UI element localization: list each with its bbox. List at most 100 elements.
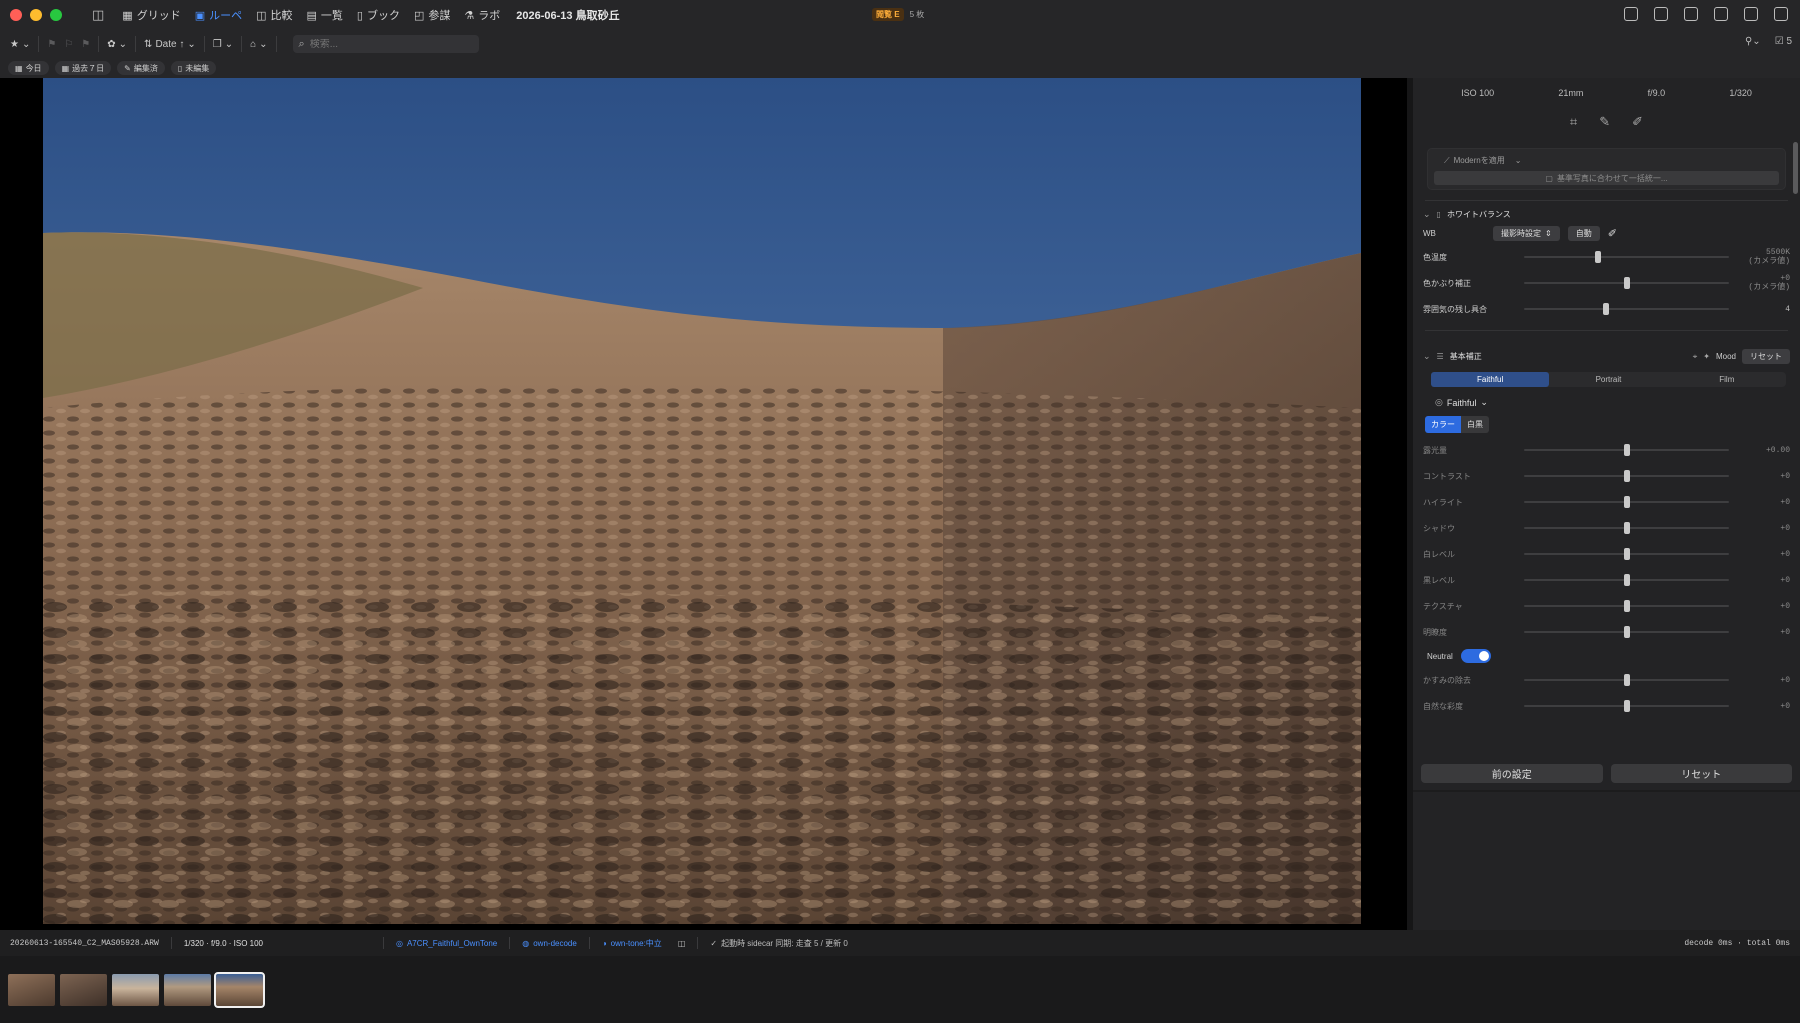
- slider-track[interactable]: [1524, 626, 1729, 638]
- panel-scrollbar[interactable]: [1793, 142, 1798, 194]
- slider-track[interactable]: [1524, 522, 1729, 534]
- rating-filter-button[interactable]: ★ ⌄: [10, 39, 30, 50]
- filmstrip-thumbnail[interactable]: [214, 971, 265, 1008]
- layout-filmstrip-icon[interactable]: [1744, 7, 1758, 21]
- slider-thumb[interactable]: [1623, 496, 1630, 508]
- tab-book[interactable]: ▯ ブック: [357, 7, 400, 23]
- crop-icon[interactable]: ⌗: [1570, 114, 1577, 130]
- slider-thumb[interactable]: [1623, 674, 1630, 686]
- tab-advisor[interactable]: ◰ 参謀: [414, 7, 450, 23]
- slider-thumb[interactable]: [1623, 574, 1630, 586]
- export-icon[interactable]: [1684, 7, 1698, 21]
- look-tab[interactable]: Portrait: [1549, 372, 1667, 387]
- slider-thumb[interactable]: [1623, 522, 1630, 534]
- filter-chip[interactable]: ▯ 未編集: [170, 61, 217, 75]
- performance-info: decode 0ms · total 0ms: [1684, 938, 1790, 948]
- eyedropper-icon[interactable]: ✐: [1632, 114, 1643, 130]
- slider-track[interactable]: [1524, 277, 1729, 289]
- flag-icon[interactable]: ⚑: [47, 39, 56, 50]
- tag-button[interactable]: ⌂ ⌄: [250, 39, 267, 50]
- tag-icon: ⌂: [250, 38, 257, 50]
- compare-icon[interactable]: ◫: [678, 939, 686, 948]
- slider-thumb[interactable]: [1623, 626, 1630, 638]
- filmstrip-thumbnail[interactable]: [164, 973, 211, 1006]
- slider-track[interactable]: [1524, 700, 1729, 712]
- filmstrip-thumbnail[interactable]: [112, 973, 159, 1006]
- slider-track[interactable]: [1524, 600, 1729, 612]
- inspector-toggle-icon[interactable]: [1774, 7, 1788, 21]
- import-icon[interactable]: [1624, 7, 1638, 21]
- flag-outline-icon[interactable]: ⚐: [64, 39, 73, 50]
- search-input[interactable]: [309, 38, 460, 50]
- target-icon[interactable]: ⌖: [1693, 352, 1698, 362]
- filter-chip[interactable]: ▦ 過去７日: [54, 61, 112, 75]
- profile-select[interactable]: ◎ Faithful ⌄: [1435, 397, 1800, 408]
- bookmark-icon[interactable]: ⚲⌄: [1745, 36, 1761, 47]
- tone-engine-label: own-tone:中立: [610, 938, 662, 948]
- document-icon: ▯: [177, 63, 183, 73]
- flag-rejected-icon[interactable]: ⚑: [81, 39, 90, 50]
- tab-compare[interactable]: ◫ 比較: [256, 7, 292, 23]
- white-balance-header[interactable]: ⌄ ▯ ホワイトバランス: [1423, 209, 1790, 220]
- filter-chip[interactable]: ▦ 今日: [8, 61, 49, 75]
- slider-label: 明瞭度: [1423, 627, 1447, 637]
- basic-reset-button[interactable]: リセット: [1742, 349, 1790, 364]
- eyedropper-icon[interactable]: ✐: [1608, 227, 1617, 240]
- chevron-down-icon: ⌄: [224, 38, 234, 50]
- reset-all-button[interactable]: リセット: [1610, 764, 1792, 783]
- sidebar-toggle-icon[interactable]: ◫: [92, 7, 104, 23]
- slider-label: かすみの除去: [1423, 675, 1471, 685]
- healing-icon[interactable]: ✎: [1599, 114, 1610, 130]
- tone-engine[interactable]: ◑ own-tone:中立: [602, 938, 662, 949]
- mood-label[interactable]: Mood: [1716, 352, 1736, 361]
- slider-track[interactable]: [1524, 674, 1729, 686]
- zoom-window-button[interactable]: [50, 9, 62, 21]
- filmstrip-thumbnail[interactable]: [8, 973, 55, 1006]
- slider-track[interactable]: [1524, 470, 1729, 482]
- tab-lab[interactable]: ⚗ ラボ: [464, 7, 500, 23]
- wb-auto-button[interactable]: 自動: [1567, 225, 1600, 241]
- ai-apply-row[interactable]: ⟋ Modernを適用 ⌄: [1434, 155, 1779, 166]
- color-mode-button[interactable]: 白黒: [1461, 416, 1489, 433]
- tab-grid[interactable]: ▦ グリッド: [122, 7, 180, 23]
- camera-profile[interactable]: ◎ A7CR_Faithful_OwnTone: [396, 939, 497, 948]
- color-label-filter-button[interactable]: ✿ ⌄: [107, 39, 127, 50]
- slider-thumb[interactable]: [1623, 548, 1630, 560]
- slider-track[interactable]: [1524, 548, 1729, 560]
- minimize-window-button[interactable]: [30, 9, 42, 21]
- slider-track[interactable]: [1524, 496, 1729, 508]
- close-window-button[interactable]: [10, 9, 22, 21]
- stack-button[interactable]: ❐ ⌄: [213, 39, 233, 50]
- match-reference-button[interactable]: ▢ 基準写真に合わせて一括統一...: [1434, 171, 1779, 185]
- sparkle-icon[interactable]: ✦: [1703, 352, 1710, 361]
- slider-thumb[interactable]: [1594, 251, 1601, 263]
- tab-list[interactable]: ▤ 一覧: [307, 7, 343, 23]
- neutral-toggle[interactable]: [1460, 649, 1491, 663]
- basic-header[interactable]: ⌄ ☰ 基本補正 ⌖ ✦ Mood リセット: [1423, 349, 1790, 364]
- slider-thumb[interactable]: [1623, 470, 1630, 482]
- loupe-viewer[interactable]: [0, 78, 1407, 930]
- previous-settings-button[interactable]: 前の設定: [1421, 764, 1603, 783]
- divider: [1413, 790, 1800, 792]
- filter-chip[interactable]: ✎ 編集済: [117, 61, 165, 75]
- color-mode-button[interactable]: カラー: [1425, 416, 1461, 433]
- share-icon[interactable]: [1654, 7, 1668, 21]
- slider-thumb[interactable]: [1623, 277, 1630, 289]
- look-tab[interactable]: Faithful: [1431, 372, 1550, 387]
- tab-loupe[interactable]: ▣ ルーペ: [195, 7, 242, 23]
- slider-track[interactable]: [1524, 303, 1729, 315]
- slider-thumb[interactable]: [1623, 444, 1630, 456]
- slider-thumb[interactable]: [1623, 600, 1630, 612]
- look-tab[interactable]: Film: [1668, 372, 1786, 387]
- wb-preset-select[interactable]: 撮影時設定 ⇕: [1493, 225, 1560, 241]
- basic-header-actions: ⌖ ✦ Mood リセット: [1693, 349, 1790, 364]
- slider-thumb[interactable]: [1603, 303, 1609, 315]
- slider-track[interactable]: [1524, 574, 1729, 586]
- layout-single-icon[interactable]: [1714, 7, 1728, 21]
- sort-button[interactable]: ⇅ Date ↑ ⌄: [144, 39, 196, 50]
- slider-track[interactable]: [1524, 251, 1729, 263]
- decode-engine[interactable]: ◍ own-decode: [522, 939, 577, 948]
- slider-thumb[interactable]: [1623, 700, 1630, 712]
- filmstrip-thumbnail[interactable]: [60, 973, 107, 1006]
- slider-track[interactable]: [1524, 444, 1729, 456]
